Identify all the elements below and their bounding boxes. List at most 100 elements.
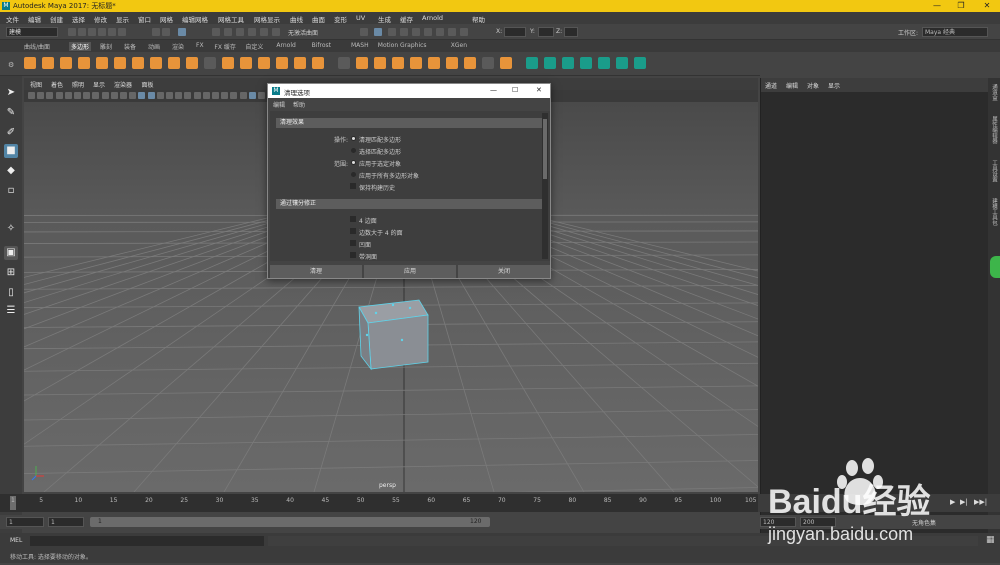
shelf-tool-icon[interactable] (392, 57, 404, 69)
panel-toolbar-icon[interactable] (166, 92, 173, 99)
shelf-settings-icon[interactable]: ⚙ (8, 61, 14, 69)
panel-toolbar-icon[interactable] (258, 92, 265, 99)
shelf-tab[interactable]: 多边形 (69, 42, 91, 51)
shelf-tool-icon[interactable] (186, 57, 198, 69)
panel-toolbar-icon[interactable] (46, 92, 53, 99)
shelf-tool-icon[interactable] (482, 57, 494, 69)
shelf-tool-icon[interactable] (634, 57, 646, 69)
shelf-tab[interactable]: 曲线/曲面 (24, 42, 50, 51)
fix-concave-checkbox[interactable] (350, 240, 356, 246)
x-field[interactable] (504, 27, 526, 37)
operation-select-radio[interactable] (351, 148, 356, 153)
operation-select-label[interactable]: 选择匹配多边形 (359, 147, 401, 156)
mel-input[interactable] (30, 536, 264, 546)
keep-history-checkbox[interactable] (350, 183, 356, 189)
shelf-tab[interactable]: 雕刻 (100, 42, 112, 51)
menu-item[interactable]: UV (356, 14, 365, 22)
menu-item[interactable]: 缓存 (400, 14, 413, 24)
fix-more-than-4-label[interactable]: 边数大于 4 的面 (359, 228, 403, 237)
menu-item[interactable]: 曲线 (290, 14, 303, 24)
panel-menu-item[interactable]: 着色 (51, 80, 63, 89)
operation-cleanup-label[interactable]: 清理匹配多边形 (359, 135, 401, 144)
shelf-tool-icon[interactable] (374, 57, 386, 69)
shelf-tool-icon[interactable] (338, 57, 350, 69)
shelf-tool-icon[interactable] (598, 57, 610, 69)
range-bar[interactable]: 1 120 (90, 517, 490, 527)
section-fix-by-tessellation[interactable]: 通过镶分修正 (276, 199, 542, 209)
shelf-tool-icon[interactable] (60, 57, 72, 69)
menu-item[interactable]: 选择 (72, 14, 85, 24)
shelf-tab[interactable]: FX (196, 42, 204, 49)
apply-button[interactable]: 应用 (364, 265, 456, 278)
close-button[interactable]: ✕ (978, 0, 996, 12)
dialog-scrollbar[interactable] (542, 113, 548, 259)
panel-toolbar-icon[interactable] (74, 92, 81, 99)
menu-item[interactable]: 文件 (6, 14, 19, 24)
fix-holed-label[interactable]: 带洞面 (359, 252, 377, 261)
side-tab[interactable]: 属性编辑器 (990, 116, 998, 144)
shelf-tool-icon[interactable] (78, 57, 90, 69)
menu-item[interactable]: Arnold (422, 14, 443, 22)
shelf-tool-icon[interactable] (500, 57, 512, 69)
select-tool-icon[interactable]: ➤ (4, 86, 18, 100)
side-expand-icon[interactable] (990, 256, 1000, 278)
scope-all-radio[interactable] (351, 172, 356, 177)
panel-toolbar-icon[interactable] (212, 92, 219, 99)
scale-tool-icon[interactable]: ▫ (4, 184, 18, 198)
y-field[interactable] (538, 27, 554, 37)
panel-toolbar-icon[interactable] (28, 92, 35, 99)
cleanup-button[interactable]: 清理 (270, 265, 362, 278)
menu-item[interactable]: 曲面 (312, 14, 325, 24)
outliner-layout-icon[interactable]: ☰ (4, 304, 18, 318)
side-tab[interactable]: 建模工具包 (990, 198, 998, 226)
shelf-tool-icon[interactable] (204, 57, 216, 69)
shelf-tool-icon[interactable] (114, 57, 126, 69)
menu-item[interactable]: 帮助 (472, 14, 485, 24)
dialog-close-button[interactable]: ✕ (536, 86, 542, 94)
scope-all-label[interactable]: 应用于所有多边形对象 (359, 171, 419, 180)
last-tool-icon[interactable]: ✧ (4, 222, 18, 236)
shelf-tab[interactable]: 自定义 (245, 42, 263, 51)
shelf-tool-icon[interactable] (132, 57, 144, 69)
mode-select[interactable]: 建模 (6, 27, 58, 37)
panel-toolbar-icon[interactable] (240, 92, 247, 99)
side-tab[interactable]: 通道盒 (990, 84, 998, 101)
shelf-tool-icon[interactable] (294, 57, 306, 69)
dialog-menu-help[interactable]: 帮助 (293, 100, 305, 109)
operation-cleanup-radio[interactable] (351, 136, 356, 141)
shelf-tool-icon[interactable] (544, 57, 556, 69)
live-surface-label[interactable]: 无激活曲面 (288, 28, 318, 37)
lasso-tool-icon[interactable]: ✎ (4, 106, 18, 120)
close-dialog-button[interactable]: 关闭 (458, 265, 550, 278)
panel-toolbar-icon[interactable] (249, 92, 256, 99)
shelf-tool-icon[interactable] (240, 57, 252, 69)
shelf-tab[interactable]: 装备 (124, 42, 136, 51)
panel-toolbar-icon[interactable] (175, 92, 182, 99)
shelf-tool-icon[interactable] (410, 57, 422, 69)
panel-toolbar-icon[interactable] (102, 92, 109, 99)
shelf-tool-icon[interactable] (446, 57, 458, 69)
shelf-tool-icon[interactable] (222, 57, 234, 69)
workspace-select[interactable]: Maya 经典 (922, 27, 988, 37)
rotate-tool-icon[interactable]: ◆ (4, 164, 18, 178)
z-field[interactable] (564, 27, 578, 37)
panel-toolbar-icon[interactable] (56, 92, 63, 99)
panel-toolbar-icon[interactable] (120, 92, 127, 99)
shelf-tool-icon[interactable] (464, 57, 476, 69)
dialog-minimize-button[interactable]: — (490, 86, 497, 94)
shelf-tool-icon[interactable] (312, 57, 324, 69)
shelf-tool-icon[interactable] (258, 57, 270, 69)
menu-item[interactable]: 编辑 (28, 14, 41, 24)
scope-selected-label[interactable]: 应用于选定对象 (359, 159, 401, 168)
single-perspective-layout-icon[interactable]: ▣ (4, 246, 18, 260)
panel-menu-item[interactable]: 照明 (72, 80, 84, 89)
menu-item[interactable]: 显示 (116, 14, 129, 24)
side-tab[interactable]: 工具设置 (990, 160, 998, 182)
fix-concave-label[interactable]: 凹面 (359, 240, 371, 249)
shelf-tool-icon[interactable] (150, 57, 162, 69)
dialog-maximize-button[interactable]: ☐ (512, 86, 518, 94)
panel-menu-item[interactable]: 视图 (30, 80, 42, 89)
shelf-tool-icon[interactable] (580, 57, 592, 69)
move-tool-icon[interactable]: ■ (4, 144, 18, 158)
start-time-field[interactable]: 1 (6, 517, 44, 527)
